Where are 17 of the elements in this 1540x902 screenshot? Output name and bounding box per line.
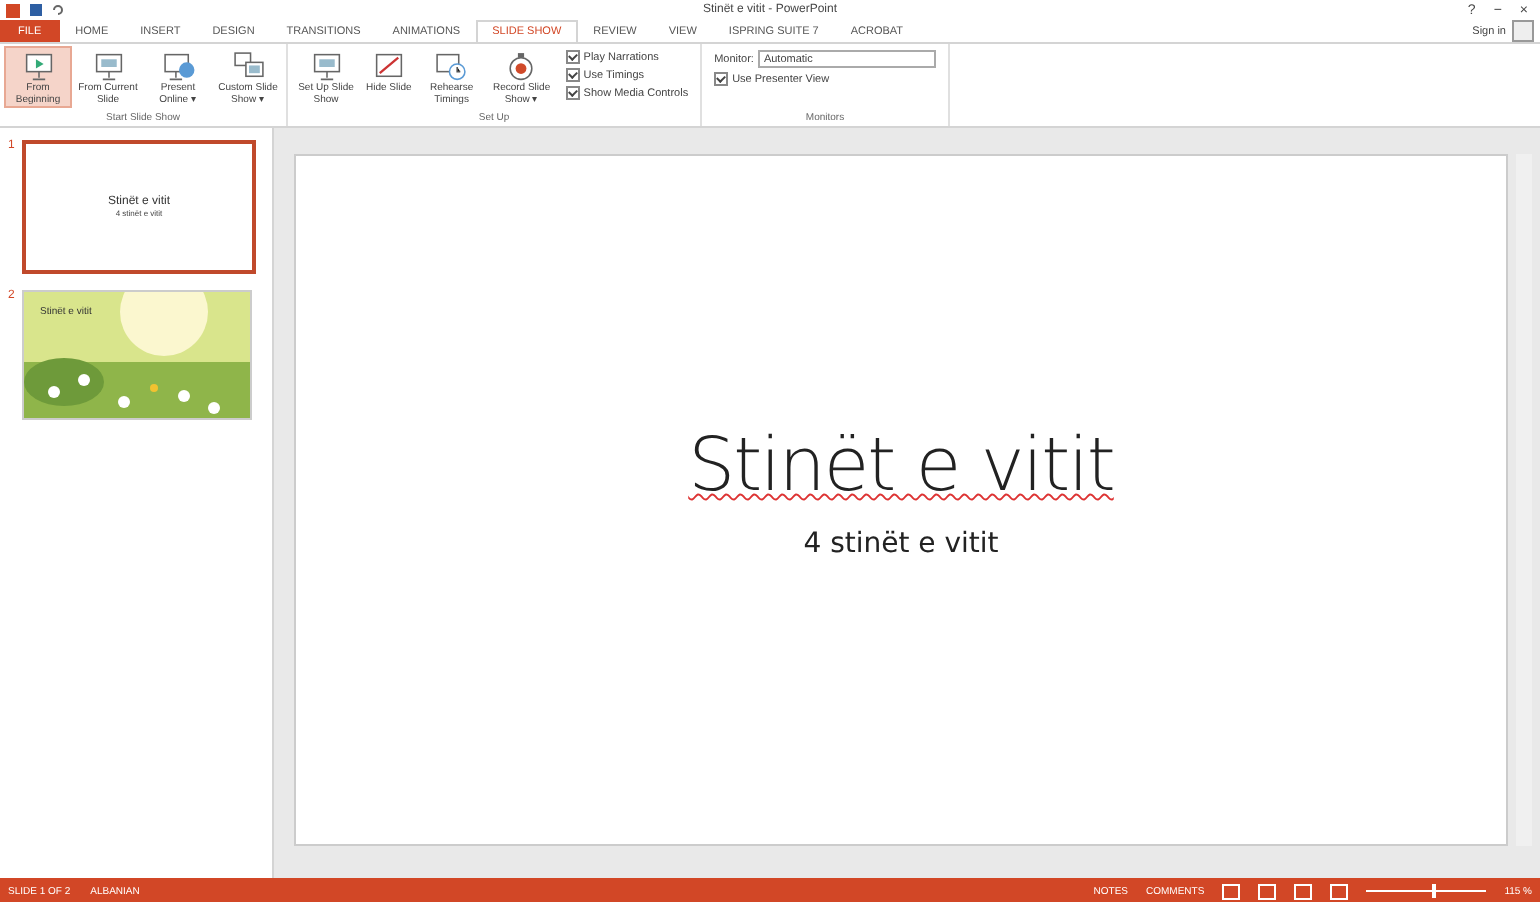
projector-screen-icon [309, 50, 343, 84]
checkbox[interactable] [565, 86, 580, 100]
globe-screen-icon [161, 50, 195, 84]
checkbox[interactable] [565, 68, 580, 82]
undo-icon[interactable] [52, 4, 64, 16]
slide-subtitle: 4 stinët e vitit [803, 528, 999, 560]
checkbox[interactable] [565, 50, 580, 64]
normal-view-icon[interactable] [1222, 883, 1241, 899]
slide-title: Stinët e vitit [688, 422, 1114, 508]
avatar-icon [1512, 20, 1534, 42]
zoom-slider[interactable] [1432, 884, 1437, 898]
checkbox[interactable] [714, 72, 729, 86]
record-icon [504, 50, 539, 84]
app-logo-icon [6, 3, 20, 17]
projector-screen-icon [91, 50, 125, 84]
play-screen-icon [21, 50, 55, 84]
clock-screen-icon [434, 50, 469, 84]
